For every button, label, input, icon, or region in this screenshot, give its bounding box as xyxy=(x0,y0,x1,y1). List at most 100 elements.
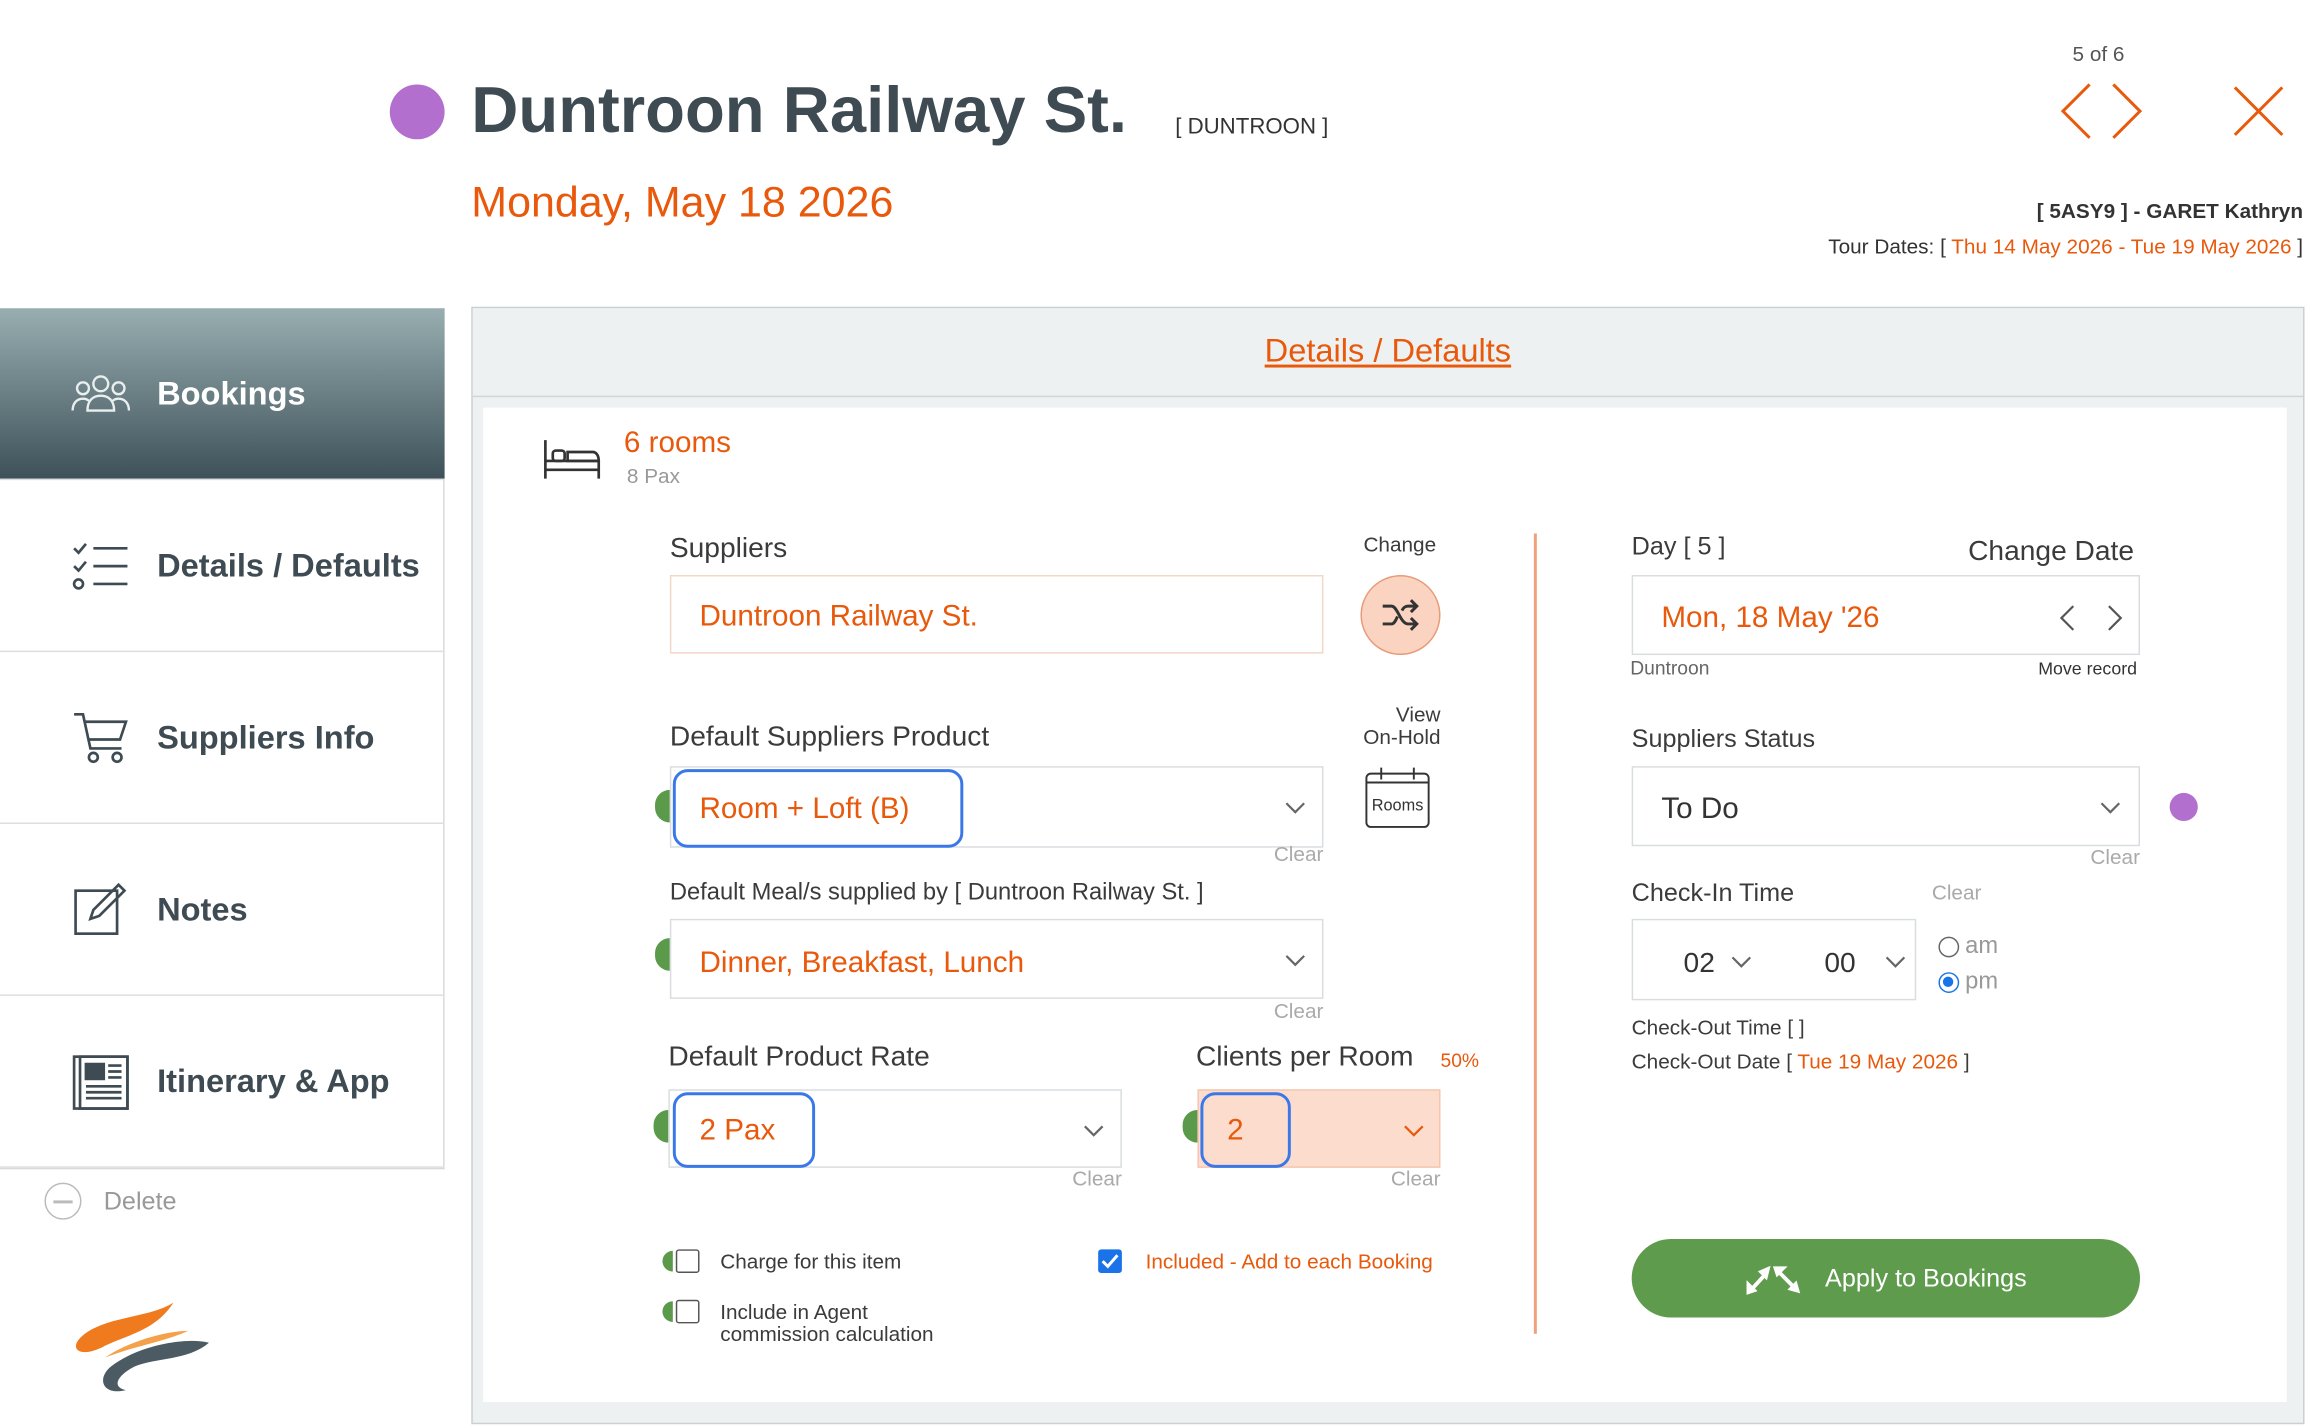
product-clear[interactable]: Clear xyxy=(1235,842,1324,866)
clients-value: 2 xyxy=(1227,1114,1244,1148)
view-label: View xyxy=(1395,702,1441,727)
sidebar-item-itinerary-app[interactable]: Itinerary & App xyxy=(0,996,445,1168)
chevron-right-icon xyxy=(2112,83,2143,139)
tour-dates-value: Thu 14 May 2026 - Tue 19 May 2026 xyxy=(1951,234,2292,258)
checkout-date-value: Tue 19 May 2026 xyxy=(1797,1049,1959,1073)
clients-select[interactable]: 2 xyxy=(1197,1089,1441,1168)
rate-select[interactable]: 2 Pax xyxy=(668,1089,1122,1168)
hour-select[interactable]: 02 xyxy=(1633,920,1775,999)
details-defaults-link[interactable]: Details / Defaults xyxy=(473,332,2303,371)
shopping-cart-icon xyxy=(71,708,130,767)
checkout-date-label: Check-Out Date [ xyxy=(1631,1049,1792,1073)
chevron-left-icon xyxy=(2060,83,2091,139)
change-label: Change xyxy=(1363,532,1437,556)
date-next-icon[interactable] xyxy=(2106,603,2124,633)
rooms-icon-label: Rooms xyxy=(1371,797,1424,816)
checkout-date-end: ] xyxy=(1963,1049,1970,1073)
sidebar-item-label: Details / Defaults xyxy=(157,546,420,584)
chevron-down-icon xyxy=(1885,956,1906,968)
charge-label: Charge for this item xyxy=(720,1249,902,1274)
clients-highlight xyxy=(1200,1092,1291,1168)
onhold-label: On-Hold xyxy=(1363,724,1441,749)
view-onhold-rooms-button[interactable]: Rooms xyxy=(1363,765,1431,830)
sidebar-item-suppliers-info[interactable]: Suppliers Info xyxy=(0,652,445,824)
close-button[interactable] xyxy=(2230,83,2286,139)
apply-to-bookings-button[interactable]: Apply to Bookings xyxy=(1631,1238,2141,1318)
minus-circle-icon xyxy=(44,1182,82,1220)
edit-note-icon xyxy=(71,880,130,939)
sidebar-item-notes[interactable]: Notes xyxy=(0,824,445,996)
chevron-down-icon xyxy=(1731,956,1752,968)
status-value: To Do xyxy=(1661,792,1739,826)
pm-radio[interactable] xyxy=(1938,972,1960,993)
minute-select[interactable]: 00 xyxy=(1775,920,1917,999)
chevron-down-icon xyxy=(2100,802,2121,814)
move-record-link[interactable]: Move record xyxy=(1989,658,2137,679)
status-label: Suppliers Status xyxy=(1631,724,1816,753)
commission-checkbox[interactable] xyxy=(675,1299,700,1324)
delete-button[interactable]: Delete xyxy=(44,1182,177,1220)
sidebar-item-bookings[interactable]: Bookings xyxy=(0,308,445,481)
status-clear[interactable]: Clear xyxy=(2051,845,2140,869)
am-radio[interactable] xyxy=(1938,936,1960,958)
meals-label: Default Meal/s supplied by [ Duntroon Ra… xyxy=(669,880,1204,906)
location-label: Duntroon xyxy=(1630,656,1710,679)
rooms-count: 6 rooms xyxy=(623,426,731,460)
product-label: Default Suppliers Product xyxy=(669,721,990,753)
included-checkbox[interactable] xyxy=(1098,1249,1122,1274)
panel-header: Details / Defaults xyxy=(472,308,2304,398)
tour-dates-end: ] xyxy=(2297,234,2304,258)
clients-clear[interactable]: Clear xyxy=(1352,1166,1441,1190)
app-root: Duntroon Railway St. [ DUNTROON ] Monday… xyxy=(0,0,2306,1428)
commission-label-2: commission calculation xyxy=(720,1321,934,1346)
sidebar-item-details-defaults[interactable]: Details / Defaults xyxy=(0,480,445,653)
date-field[interactable]: Mon, 18 May '26 xyxy=(1631,575,2141,656)
tour-dates: Tour Dates: [ Thu 14 May 2026 - Tue 19 M… xyxy=(1828,234,2303,258)
chevron-down-icon xyxy=(1084,1125,1104,1137)
brand-logo xyxy=(67,1298,215,1402)
sidebar-item-label: Bookings xyxy=(157,374,306,412)
chevron-down-icon xyxy=(1285,802,1305,814)
commission-label-1: Include in Agent xyxy=(720,1299,868,1324)
bed-icon xyxy=(542,434,601,481)
meals-select[interactable]: Dinner, Breakfast, Lunch xyxy=(669,918,1324,999)
meals-value: Dinner, Breakfast, Lunch xyxy=(699,946,1025,980)
checkin-time-field: 02 00 xyxy=(1631,918,1917,1001)
status-select[interactable]: To Do xyxy=(1631,766,2141,847)
checklist-icon xyxy=(71,536,130,595)
pm-label: pm xyxy=(1965,969,1999,995)
date-value: Mon, 18 May '26 xyxy=(1661,601,1880,635)
change-date-label[interactable]: Change Date xyxy=(1968,536,2134,569)
minute-value: 00 xyxy=(1824,948,1856,980)
am-radio-option[interactable]: am xyxy=(1938,934,1998,961)
product-select[interactable]: Room + Loft (B) xyxy=(669,766,1324,848)
arrows-expand-icon xyxy=(1747,1265,1801,1295)
suppliers-label: Suppliers xyxy=(669,533,788,565)
pax-count: 8 Pax xyxy=(626,463,680,488)
delete-label: Delete xyxy=(103,1186,177,1215)
previous-record-button[interactable] xyxy=(2057,82,2096,141)
rate-clear[interactable]: Clear xyxy=(1033,1166,1122,1190)
hour-value: 02 xyxy=(1683,948,1715,980)
sidebar-item-label: Itinerary & App xyxy=(157,1061,390,1099)
checkin-label: Check-In Time xyxy=(1631,878,1795,907)
meals-clear[interactable]: Clear xyxy=(1235,999,1324,1023)
checkout-time: Check-Out Time [ ] xyxy=(1631,1015,1805,1039)
checkout-date: Check-Out Date [ Tue 19 May 2026 ] xyxy=(1632,1049,1970,1073)
check-icon xyxy=(1101,1254,1119,1269)
column-divider xyxy=(1533,533,1537,1334)
sidebar: Bookings Details / Defaults Suppliers In… xyxy=(0,308,445,1170)
pm-radio-option[interactable]: pm xyxy=(1938,969,1998,996)
clients-percent: 50% xyxy=(1440,1049,1480,1072)
chevron-down-icon xyxy=(1285,955,1305,967)
supplier-code: [ DUNTROON ] xyxy=(1175,114,1329,140)
charge-checkbox[interactable] xyxy=(675,1249,700,1274)
product-value: Room + Loft (B) xyxy=(699,792,910,826)
next-record-button[interactable] xyxy=(2107,82,2146,141)
change-supplier-button[interactable] xyxy=(1360,575,1441,656)
supplier-field[interactable]: Duntroon Railway St. xyxy=(669,575,1324,654)
included-label: Included - Add to each Booking xyxy=(1145,1249,1433,1274)
page-date: Monday, May 18 2026 xyxy=(471,179,894,227)
checkin-clear[interactable]: Clear xyxy=(1893,880,1982,904)
date-prev-icon[interactable] xyxy=(2058,603,2076,633)
